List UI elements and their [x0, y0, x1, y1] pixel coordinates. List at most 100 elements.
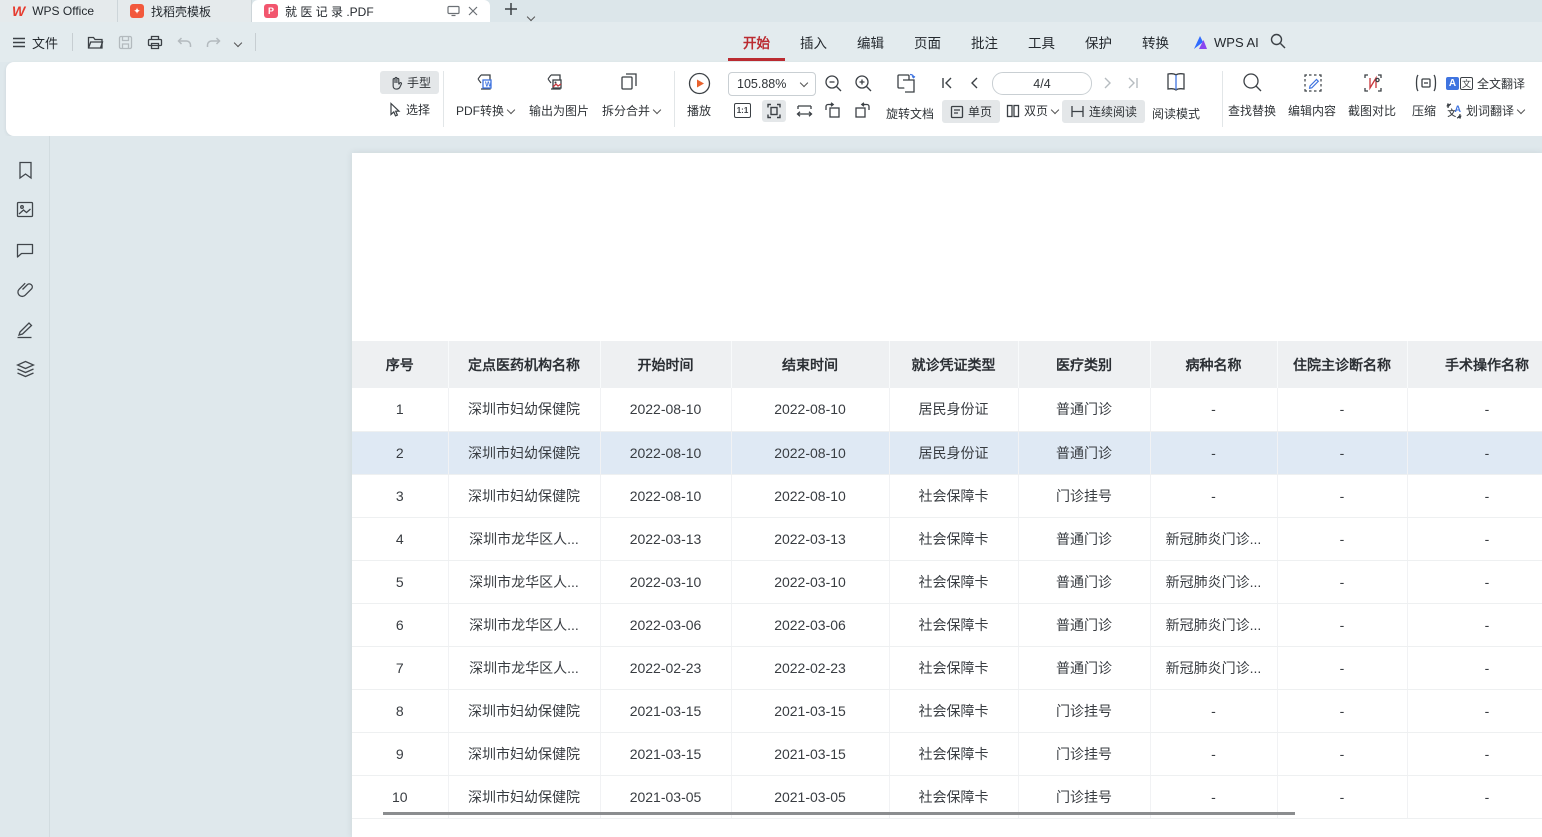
- find-replace-icon[interactable]: [1242, 72, 1263, 93]
- table-cell: 2021-03-15: [731, 689, 889, 732]
- table-cell: 2022-02-23: [600, 646, 731, 689]
- menu-tab-tools[interactable]: 工具: [1013, 23, 1070, 61]
- zoom-in-icon[interactable]: [854, 74, 873, 93]
- wps-ai-button[interactable]: WPS AI: [1192, 22, 1259, 62]
- split-merge-icon: [618, 71, 640, 93]
- table-cell: 2022-08-10: [731, 431, 889, 474]
- table-cell: 2021-03-15: [731, 732, 889, 775]
- table-cell: 居民身份证: [889, 388, 1018, 431]
- word-translate-button[interactable]: 文 A 划词翻译: [1446, 102, 1524, 119]
- column-header: 定点医药机构名称: [448, 341, 600, 388]
- main-area: 序号定点医药机构名称开始时间结束时间就诊凭证类型医疗类别病种名称住院主诊断名称手…: [0, 136, 1542, 837]
- menu-tab-protect[interactable]: 保护: [1070, 23, 1127, 61]
- menu-tab-edit[interactable]: 编辑: [842, 23, 899, 61]
- table-cell: 4: [352, 517, 448, 560]
- table-cell: 2022-08-10: [731, 388, 889, 431]
- rotate-doc-label[interactable]: 旋转文档: [886, 105, 934, 122]
- table-cell: -: [1407, 431, 1542, 474]
- fit-page-button[interactable]: [762, 100, 786, 122]
- single-page-button[interactable]: 单页: [942, 100, 1000, 123]
- find-replace-button[interactable]: 查找替换: [1228, 102, 1276, 119]
- compress-button[interactable]: 压缩: [1412, 102, 1436, 119]
- zoom-out-icon[interactable]: [824, 74, 843, 93]
- divider: [443, 71, 444, 127]
- play-icon[interactable]: [688, 72, 711, 95]
- comment-panel-icon[interactable]: [14, 239, 36, 261]
- last-page-icon[interactable]: [1126, 76, 1140, 90]
- actual-size-button[interactable]: 1:1: [734, 103, 751, 118]
- table-cell: 5: [352, 560, 448, 603]
- attachment-panel-icon[interactable]: [14, 279, 36, 301]
- table-cell: -: [1150, 689, 1277, 732]
- tab-docer-templates[interactable]: ✦ 找稻壳模板: [118, 0, 252, 22]
- table-cell: -: [1150, 388, 1277, 431]
- prev-page-icon[interactable]: [968, 76, 980, 90]
- menu-search-icon[interactable]: [1270, 33, 1286, 49]
- compress-icon[interactable]: [1414, 72, 1438, 94]
- next-page-icon[interactable]: [1102, 76, 1114, 90]
- table-cell: 2022-03-06: [600, 603, 731, 646]
- full-translate-button[interactable]: A文 全文翻译: [1446, 75, 1525, 92]
- table-cell: 门诊挂号: [1018, 689, 1150, 732]
- table-cell: 2022-03-10: [731, 560, 889, 603]
- continuous-read-button[interactable]: 连续阅读: [1062, 100, 1145, 123]
- signature-panel-icon[interactable]: [14, 318, 36, 340]
- pdf-file-icon: P: [264, 4, 278, 18]
- quickbar-chevron-icon[interactable]: [235, 33, 241, 51]
- rotate-left-icon[interactable]: [824, 102, 841, 119]
- horizontal-scrollbar[interactable]: [383, 812, 1295, 815]
- menu-tab-page[interactable]: 页面: [899, 23, 956, 61]
- screenshot-compare-button[interactable]: 截图对比: [1348, 102, 1396, 119]
- docer-icon: ✦: [130, 4, 144, 18]
- new-tab-button[interactable]: [504, 2, 518, 16]
- export-image-button[interactable]: 输出为图片: [529, 102, 589, 119]
- undo-icon[interactable]: [177, 36, 192, 49]
- double-page-button[interactable]: 双页: [1006, 102, 1058, 119]
- close-tab-icon[interactable]: [468, 6, 478, 16]
- menu-tab-insert[interactable]: 插入: [785, 23, 842, 61]
- pdf-convert-button[interactable]: PDF转换: [456, 102, 514, 119]
- read-mode-button[interactable]: 阅读模式: [1152, 105, 1200, 122]
- screenshot-compare-icon[interactable]: [1362, 72, 1384, 94]
- page-number-input[interactable]: 4/4: [992, 72, 1092, 95]
- file-menu-button[interactable]: 文件: [12, 33, 58, 52]
- table-cell: -: [1407, 517, 1542, 560]
- table-cell: -: [1277, 388, 1407, 431]
- redo-icon[interactable]: [206, 36, 221, 49]
- thumbnail-panel-icon[interactable]: [14, 198, 36, 220]
- save-icon[interactable]: [118, 35, 133, 50]
- edit-content-icon[interactable]: [1302, 72, 1324, 94]
- menu-tab-convert[interactable]: 转换: [1127, 23, 1184, 61]
- table-cell: -: [1277, 603, 1407, 646]
- tab-document[interactable]: P 就 医 记 录 .PDF: [252, 0, 490, 22]
- hand-tool-button[interactable]: 手型: [380, 71, 439, 94]
- select-tool-button[interactable]: 选择: [388, 101, 430, 118]
- zoom-select[interactable]: 105.88%: [728, 72, 816, 96]
- menu-tab-comment[interactable]: 批注: [956, 23, 1013, 61]
- table-cell: -: [1277, 560, 1407, 603]
- table-cell: -: [1277, 474, 1407, 517]
- fit-width-button[interactable]: [796, 103, 813, 118]
- table-row: 6深圳市龙华区人...2022-03-062022-03-06社会保障卡普通门诊…: [352, 603, 1542, 646]
- single-page-icon: [950, 105, 964, 119]
- rotate-pages-icon[interactable]: [894, 71, 918, 95]
- layers-panel-icon[interactable]: [14, 358, 36, 380]
- tab-wps-office[interactable]: W WPS Office: [0, 0, 118, 22]
- open-file-icon[interactable]: [87, 35, 104, 50]
- edit-content-button[interactable]: 编辑内容: [1288, 102, 1336, 119]
- medical-records-table-wrap: 序号定点医药机构名称开始时间结束时间就诊凭证类型医疗类别病种名称住院主诊断名称手…: [352, 341, 1542, 819]
- print-icon[interactable]: [147, 35, 163, 50]
- monitor-icon[interactable]: [447, 5, 460, 17]
- first-page-icon[interactable]: [940, 76, 954, 90]
- divider: [674, 71, 675, 127]
- rotate-right-icon[interactable]: [854, 102, 871, 119]
- menu-tab-home[interactable]: 开始: [728, 23, 785, 61]
- table-cell: -: [1407, 474, 1542, 517]
- pdf-page: 序号定点医药机构名称开始时间结束时间就诊凭证类型医疗类别病种名称住院主诊断名称手…: [352, 153, 1542, 837]
- table-cell: 2022-03-06: [731, 603, 889, 646]
- bookmark-panel-icon[interactable]: [14, 159, 36, 181]
- read-mode-icon[interactable]: [1164, 71, 1188, 94]
- play-button[interactable]: 播放: [687, 102, 711, 119]
- table-cell: 普通门诊: [1018, 603, 1150, 646]
- split-merge-button[interactable]: 拆分合并: [602, 102, 660, 119]
